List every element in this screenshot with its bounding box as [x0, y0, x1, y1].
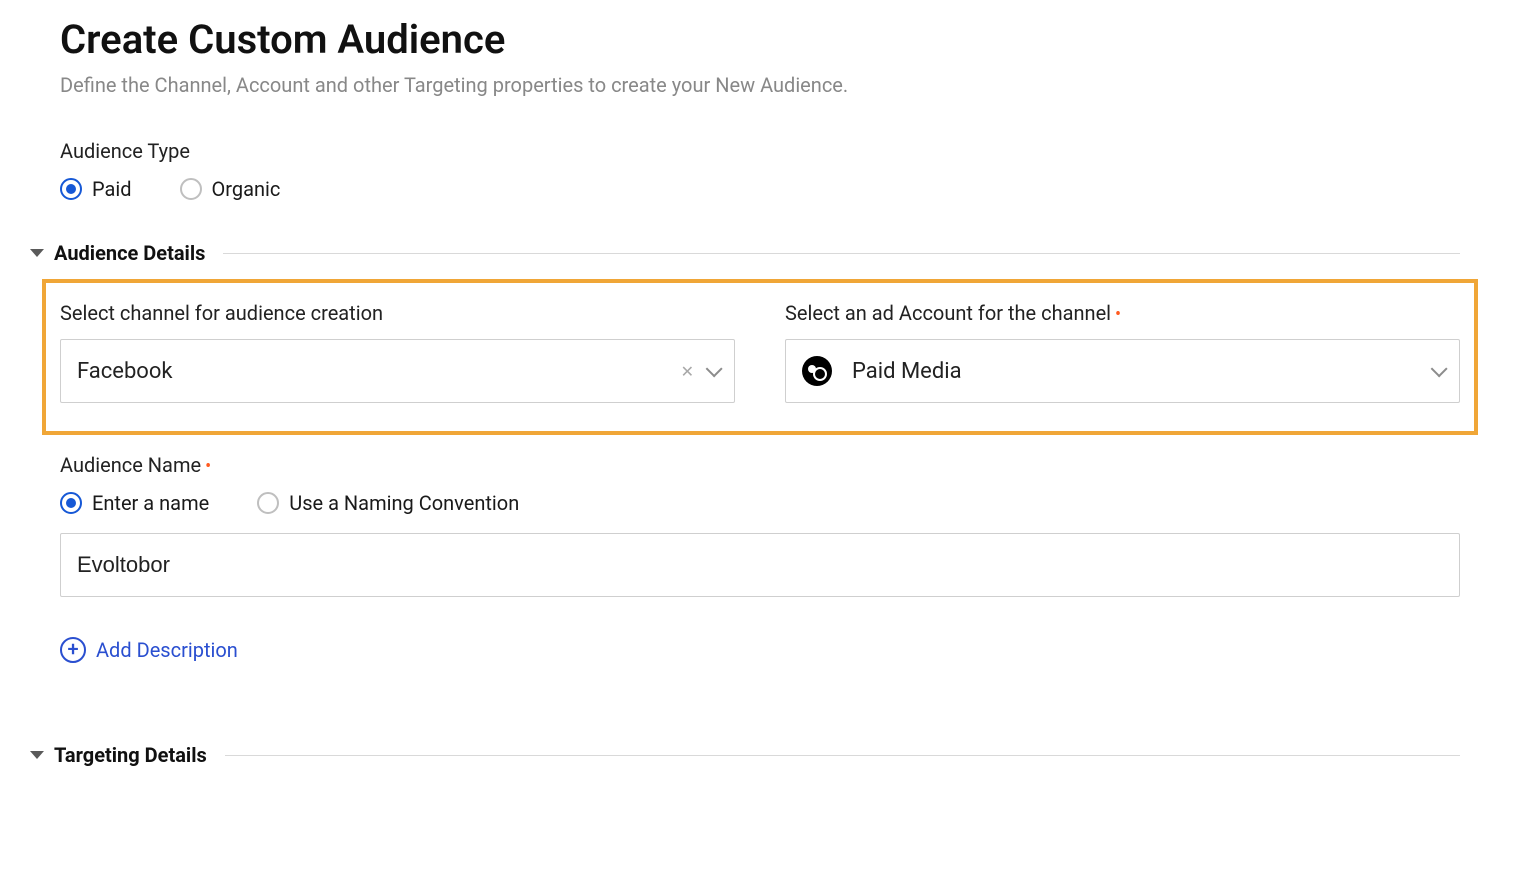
- chevron-down-icon: [706, 360, 723, 377]
- add-description-button[interactable]: Add Description: [60, 637, 238, 663]
- caret-down-icon: [30, 249, 44, 257]
- section-audience-details-title: Audience Details: [54, 241, 205, 265]
- account-select[interactable]: Paid Media: [785, 339, 1460, 403]
- divider: [225, 755, 1460, 756]
- account-label: Select an ad Account for the channel•: [785, 301, 1460, 325]
- section-targeting-details-title: Targeting Details: [54, 743, 207, 767]
- radio-organic[interactable]: Organic: [180, 177, 281, 201]
- radio-enter-name-label: Enter a name: [92, 491, 209, 515]
- audience-name-input[interactable]: [77, 534, 1443, 596]
- clear-icon[interactable]: ✕: [681, 362, 694, 381]
- audience-name-input-wrapper: [60, 533, 1460, 597]
- section-targeting-details[interactable]: Targeting Details: [30, 743, 1460, 767]
- required-icon: •: [205, 456, 211, 477]
- radio-naming-convention-label: Use a Naming Convention: [289, 491, 519, 515]
- audience-name-radio-group: Enter a name Use a Naming Convention: [60, 491, 1460, 515]
- page-title: Create Custom Audience: [60, 16, 1460, 63]
- channel-label: Select channel for audience creation: [60, 301, 735, 325]
- radio-enter-name[interactable]: Enter a name: [60, 491, 209, 515]
- audience-name-label: Audience Name•: [60, 453, 1460, 477]
- add-description-label: Add Description: [96, 638, 238, 662]
- radio-selected-icon: [60, 492, 82, 514]
- section-audience-details[interactable]: Audience Details: [30, 241, 1460, 265]
- divider: [223, 253, 1460, 254]
- account-logo-icon: [802, 356, 832, 386]
- radio-unselected-icon: [180, 178, 202, 200]
- chevron-down-icon: [1431, 360, 1448, 377]
- required-icon: •: [1115, 304, 1121, 325]
- radio-unselected-icon: [257, 492, 279, 514]
- account-select-value: Paid Media: [852, 359, 1431, 384]
- page-subtitle: Define the Channel, Account and other Ta…: [60, 73, 1460, 97]
- radio-naming-convention[interactable]: Use a Naming Convention: [257, 491, 519, 515]
- plus-circle-icon: [60, 637, 86, 663]
- radio-paid-label: Paid: [92, 177, 132, 201]
- audience-type-radio-group: Paid Organic: [60, 177, 1460, 201]
- radio-selected-icon: [60, 178, 82, 200]
- audience-type-label: Audience Type: [60, 139, 1460, 163]
- channel-select[interactable]: Facebook ✕: [60, 339, 735, 403]
- radio-paid[interactable]: Paid: [60, 177, 132, 201]
- channel-select-value: Facebook: [77, 359, 681, 384]
- radio-organic-label: Organic: [212, 177, 281, 201]
- caret-down-icon: [30, 751, 44, 759]
- channel-account-highlight: Select channel for audience creation Fac…: [42, 279, 1478, 435]
